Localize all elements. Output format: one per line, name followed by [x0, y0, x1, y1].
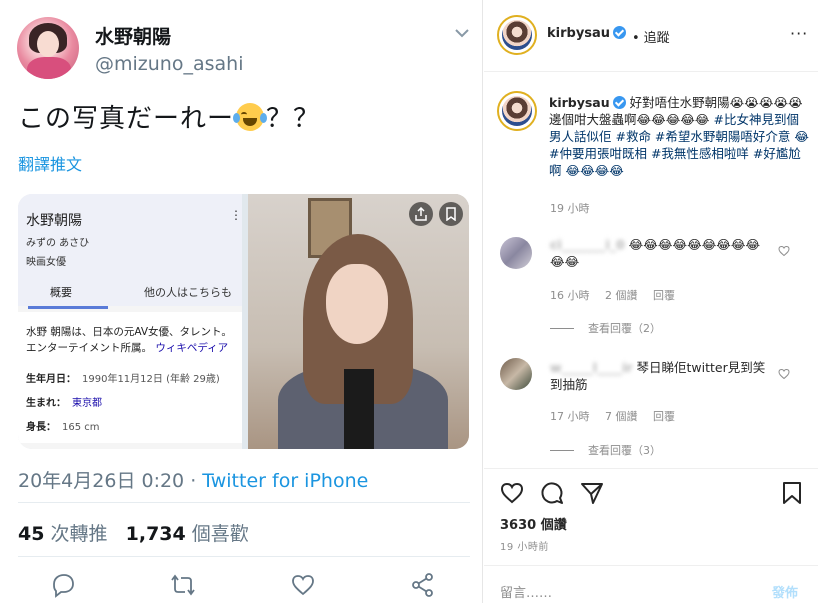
like-heart-icon[interactable]: [500, 481, 524, 505]
media-knowledge-panel-screenshot[interactable]: 水野朝陽 ⋮ みずの あさひ 映画女優 概要 他の人はこちらも 水野 朝陽は、日…: [18, 194, 242, 449]
caption-author-avatar[interactable]: [497, 91, 537, 131]
view-replies-button[interactable]: 查看回覆（3）: [550, 442, 661, 458]
view-replies-label[interactable]: 查看回覆（2）: [588, 322, 661, 335]
comment-time: 17 小時: [550, 410, 590, 423]
retweet-count[interactable]: 45: [18, 523, 44, 545]
view-replies-button[interactable]: 查看回覆（2）: [550, 320, 661, 336]
photo-person-face: [326, 264, 388, 344]
comment-username[interactable]: ci_______i_0: [550, 237, 625, 252]
kp-birthplace-label: 生まれ：: [26, 398, 66, 409]
comment-likes[interactable]: 7 個讚: [605, 410, 638, 423]
instagram-header-username[interactable]: kirbysau: [547, 26, 627, 41]
instagram-post-panel: kirbysau • 追蹤 ··· kirbysau 好對唔住水野朝陽😭😭😭😭😭邊…: [484, 0, 818, 603]
commenter-avatar[interactable]: [500, 358, 532, 390]
tweet-display-name[interactable]: 水野朝陽: [95, 22, 171, 49]
view-replies-label[interactable]: 查看回覆（3）: [588, 444, 661, 457]
post-time-ago: 19 小時前: [500, 542, 549, 553]
kp-birthplace-row: 生まれ： 東京都: [26, 394, 102, 409]
kp-tab-underline: [28, 306, 108, 309]
instagram-author-avatar[interactable]: [497, 15, 537, 55]
share-photo-icon[interactable]: [409, 202, 433, 226]
kp-name: 水野朝陽: [26, 213, 82, 229]
comment-icon[interactable]: [540, 481, 564, 505]
kp-description: 水野 朝陽は、日本の元AV女優、タレント。エンターテイメント所属。 ウィキペディ…: [26, 324, 238, 356]
post-likes-count[interactable]: 3630: [500, 518, 536, 533]
divider: [484, 565, 818, 566]
divider: [484, 468, 818, 469]
kp-tab-others: 他の人はこちらも: [144, 286, 232, 299]
kp-height-label: 身長：: [26, 422, 56, 433]
chevron-down-icon[interactable]: [453, 26, 471, 40]
reply-icon[interactable]: [50, 572, 76, 598]
media-photo[interactable]: [248, 194, 469, 449]
post-likes[interactable]: 3630 個讚: [500, 514, 567, 533]
verified-badge-icon: [612, 96, 626, 109]
caption-time: 19 小時: [550, 202, 590, 215]
kp-birthdate-row: 生年月日： 1990年11月12日 (年齢 29歳): [26, 370, 220, 385]
comment-like-heart-icon[interactable]: [778, 368, 790, 380]
like-label[interactable]: 個喜歡: [192, 523, 249, 545]
comment: w_____l____ir 琴日睇佢twitter見到笑到抽筋: [550, 359, 770, 393]
like-heart-icon[interactable]: [290, 572, 316, 598]
tweet-date[interactable]: 20年4月26日 0:20 ·: [18, 470, 196, 492]
tweet-author-avatar[interactable]: [17, 17, 79, 79]
comment-meta: 17 小時 7 個讚 回覆: [550, 408, 687, 424]
divider: [18, 556, 470, 557]
translate-tweet-link[interactable]: 翻譯推文: [18, 151, 82, 175]
avatar-body: [27, 57, 71, 79]
comment: ci_______i_0 😂😂😂😂😂😂😂😂😂😂😂: [550, 236, 770, 270]
comment-username[interactable]: w_____l____ir: [550, 360, 633, 375]
comment-likes[interactable]: 2 個讚: [605, 289, 638, 302]
tweet-text-end: ？？: [266, 104, 321, 134]
post-likes-label[interactable]: 個讚: [541, 518, 567, 533]
header-username[interactable]: kirbysau: [547, 26, 610, 41]
comment-reply-button[interactable]: 回覆: [653, 289, 675, 302]
tweet-text: この写真だーれー ？？: [18, 98, 320, 135]
knowledge-panel-body: 水野 朝陽は、日本の元AV女優、タレント。エンターテイメント所属。 ウィキペディ…: [18, 312, 242, 443]
kp-birthdate-label: 生年月日：: [26, 374, 76, 385]
kp-height-row: 身長： 165 cm: [26, 418, 100, 433]
kp-birthplace-value: 東京都: [72, 398, 102, 409]
send-paper-plane-icon[interactable]: [580, 481, 604, 505]
tweet-stats: 45 次轉推 1,734 個喜歡: [18, 519, 249, 546]
caption-username[interactable]: kirbysau: [549, 95, 610, 110]
divider: [484, 71, 818, 72]
bookmark-icon[interactable]: [780, 481, 804, 505]
follow-button[interactable]: • 追蹤: [632, 27, 670, 46]
kp-birthdate-value: 1990年11月12日 (年齢 29歳): [82, 374, 220, 385]
follow-label[interactable]: 追蹤: [644, 31, 670, 46]
divider: [18, 502, 470, 503]
kp-role: 映画女優: [26, 257, 66, 268]
comment-like-heart-icon[interactable]: [778, 245, 790, 257]
more-horizontal-icon[interactable]: ···: [790, 24, 808, 43]
tweet-source-link[interactable]: Twitter for iPhone: [202, 470, 368, 492]
share-icon[interactable]: [410, 572, 436, 598]
kp-wiki-link: ウィキペディア: [155, 342, 229, 354]
post-caption: kirbysau 好對唔住水野朝陽😭😭😭😭😭邊個咁大盤蟲啊😂😂😂😂😂 #比女神見…: [549, 94, 811, 179]
avatar-face: [37, 31, 59, 57]
bookmark-photo-icon[interactable]: [439, 202, 463, 226]
verified-badge-icon: [613, 26, 627, 39]
kp-more-icon: ⋮: [230, 208, 242, 222]
comment-input[interactable]: 留言……: [500, 582, 552, 601]
tweet-card: 水野朝陽 @mizuno_asahi この写真だーれー ？？ 翻譯推文 水野朝陽 …: [0, 0, 483, 603]
tweet-timestamp: 20年4月26日 0:20 · Twitter for iPhone: [18, 466, 368, 493]
retweet-label[interactable]: 次轉推: [51, 523, 108, 545]
knowledge-panel-header: 水野朝陽 ⋮ みずの あさひ 映画女優 概要 他の人はこちらも: [18, 194, 242, 309]
tweet-handle[interactable]: @mizuno_asahi: [95, 53, 243, 75]
like-count[interactable]: 1,734: [126, 523, 186, 545]
comment-reply-button[interactable]: 回覆: [653, 410, 675, 423]
kp-tab-overview: 概要: [50, 286, 72, 299]
tweet-media[interactable]: 水野朝陽 ⋮ みずの あさひ 映画女優 概要 他の人はこちらも 水野 朝陽は、日…: [18, 194, 469, 449]
post-comment-button[interactable]: 發佈: [772, 582, 798, 601]
retweet-icon[interactable]: [170, 572, 196, 598]
commenter-avatar[interactable]: [500, 237, 532, 269]
kp-kana: みずの あさひ: [26, 238, 90, 249]
face-with-tears-of-joy-icon: [233, 103, 268, 131]
comment-time: 16 小時: [550, 289, 590, 302]
photo-person-shirt: [344, 369, 374, 449]
kp-height-value: 165 cm: [62, 422, 100, 433]
tweet-text-main: この写真だーれー: [18, 104, 235, 134]
comment-meta: 16 小時 2 個讚 回覆: [550, 287, 687, 303]
